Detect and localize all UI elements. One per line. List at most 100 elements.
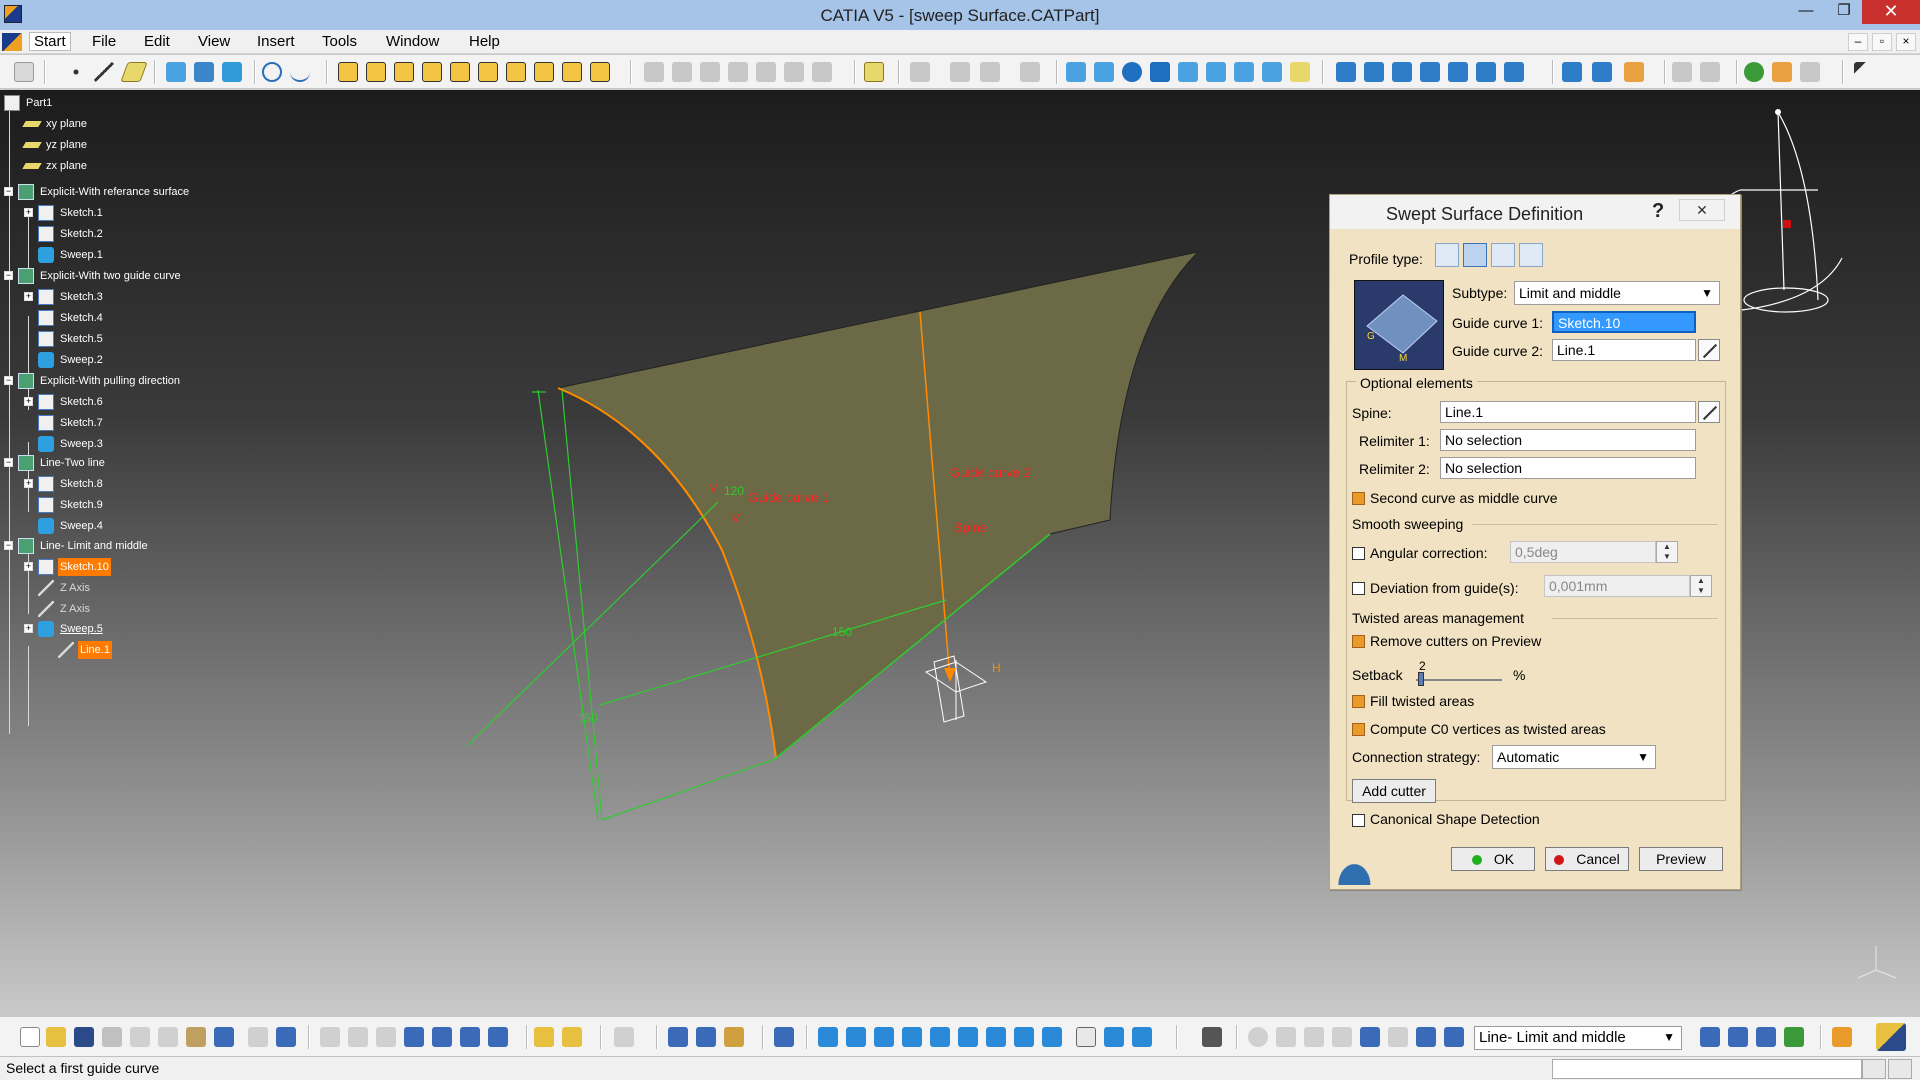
line-profile-icon[interactable] [1463, 243, 1487, 267]
zoom-in-icon[interactable] [930, 1027, 950, 1047]
fill-twisted-checkbox[interactable] [1352, 695, 1365, 708]
catia-workbench-icon[interactable] [1876, 1023, 1906, 1051]
spline-icon[interactable] [290, 62, 310, 82]
blend-icon[interactable] [394, 62, 414, 82]
spiral-icon[interactable] [1262, 62, 1282, 82]
mdi-minimize-button[interactable]: – [1848, 33, 1868, 51]
angular-correction-checkbox[interactable] [1352, 547, 1365, 560]
stop-icon[interactable] [1888, 1059, 1912, 1079]
table-icon[interactable] [404, 1027, 424, 1047]
corner-icon[interactable] [1476, 62, 1496, 82]
select-arrow-icon[interactable] [1854, 62, 1874, 82]
translate-icon[interactable] [700, 62, 720, 82]
hide-icon[interactable] [1104, 1027, 1124, 1047]
explicit-profile-icon[interactable] [1435, 243, 1459, 267]
iso-view-icon[interactable] [1042, 1027, 1062, 1047]
new-icon[interactable] [20, 1027, 40, 1047]
compass-icon[interactable] [1020, 62, 1040, 82]
apply-material-icon[interactable] [1744, 62, 1764, 82]
circle-icon[interactable] [262, 62, 282, 82]
rotate-icon[interactable] [728, 62, 748, 82]
update-all-icon[interactable] [1248, 1027, 1268, 1047]
sketch-analysis-icon[interactable] [1700, 1027, 1720, 1047]
add-cutter-button[interactable]: Add cutter [1352, 779, 1436, 803]
plane-icon[interactable] [120, 62, 148, 82]
define-in-work-object-icon[interactable] [1444, 1027, 1464, 1047]
repetition-icon[interactable] [1562, 62, 1582, 82]
remove-cutters-checkbox[interactable] [1352, 635, 1365, 648]
dialog-close-button[interactable]: ✕ [1679, 199, 1725, 221]
parallel-curve-icon[interactable] [1420, 62, 1440, 82]
measure-icon[interactable] [1772, 62, 1792, 82]
multi-view-icon[interactable] [1014, 1027, 1034, 1047]
knowledge-icon[interactable] [348, 1027, 368, 1047]
update-icon[interactable] [1672, 62, 1692, 82]
tree-expander-icon[interactable]: + [24, 397, 33, 406]
menu-start[interactable]: Start [29, 32, 71, 51]
rolling-offset-icon[interactable] [1448, 62, 1468, 82]
law-icon[interactable] [1094, 62, 1114, 82]
grid-settings-icon[interactable] [980, 62, 1000, 82]
circle-profile-icon[interactable] [1491, 243, 1515, 267]
guide-curve-2-pick-button[interactable] [1698, 339, 1720, 361]
offset-icon[interactable] [338, 62, 358, 82]
boundary-icon[interactable] [562, 62, 582, 82]
sketch-tools-icon[interactable] [614, 1027, 634, 1047]
reflect-line-icon[interactable] [1392, 62, 1412, 82]
power-input-field[interactable] [1552, 1059, 1862, 1079]
tree-expander-icon[interactable]: − [4, 458, 13, 467]
zoom-out-icon[interactable] [958, 1027, 978, 1047]
hide-show-icon[interactable] [696, 1027, 716, 1047]
spine-field[interactable]: Line.1 [1440, 401, 1696, 423]
list-icon[interactable] [1416, 1027, 1436, 1047]
cylinder-icon[interactable] [1150, 62, 1170, 82]
cut-icon[interactable] [130, 1027, 150, 1047]
light-icon[interactable] [376, 1027, 396, 1047]
relimiter-2-field[interactable]: No selection [1440, 457, 1696, 479]
swap-visible-icon[interactable] [1132, 1027, 1152, 1047]
join-icon[interactable] [450, 62, 470, 82]
grid-icon[interactable] [950, 62, 970, 82]
paste-icon[interactable] [186, 1027, 206, 1047]
print-icon[interactable] [102, 1027, 122, 1047]
hand-icon[interactable] [1276, 1027, 1296, 1047]
intersection-icon[interactable] [1290, 62, 1310, 82]
menu-view[interactable]: View [198, 33, 230, 50]
cancel-button[interactable]: Cancel [1545, 847, 1629, 871]
split-icon[interactable] [506, 62, 526, 82]
menu-tools[interactable]: Tools [322, 33, 357, 50]
tree-expander-icon[interactable]: − [4, 376, 13, 385]
tree-expander-icon[interactable]: + [24, 479, 33, 488]
multi-sections-icon[interactable] [1066, 62, 1086, 82]
tree-expander-icon[interactable]: + [24, 208, 33, 217]
close-button[interactable]: ✕ [1862, 0, 1920, 24]
deviation-checkbox[interactable] [1352, 582, 1365, 595]
deviation-field[interactable]: 0,001mm [1544, 575, 1690, 597]
point-icon[interactable] [66, 62, 86, 82]
angular-correction-field[interactable]: 0,5deg [1510, 541, 1656, 563]
setback-slider-handle[interactable] [1418, 672, 1424, 686]
macro-icon[interactable] [460, 1027, 480, 1047]
mdi-restore-button[interactable]: ▫ [1872, 33, 1892, 51]
redo-icon[interactable] [248, 1027, 268, 1047]
fly-icon[interactable] [774, 1027, 794, 1047]
undo-icon[interactable] [214, 1027, 234, 1047]
fit-all-icon[interactable] [668, 1027, 688, 1047]
workbench-icon[interactable] [1832, 1027, 1852, 1047]
formula-icon[interactable] [320, 1027, 340, 1047]
connect-checker-icon[interactable] [1756, 1027, 1776, 1047]
trim-icon[interactable] [534, 62, 554, 82]
measure-inertia-icon[interactable] [1800, 62, 1820, 82]
scaling-icon[interactable] [784, 62, 804, 82]
save-icon[interactable] [74, 1027, 94, 1047]
analysis-icon[interactable] [1700, 62, 1720, 82]
fill-icon[interactable] [366, 62, 386, 82]
chamfer-icon[interactable] [672, 62, 692, 82]
line-icon[interactable] [94, 62, 114, 82]
menu-insert[interactable]: Insert [257, 33, 295, 50]
conic-icon[interactable] [1206, 62, 1226, 82]
healing-icon[interactable] [478, 62, 498, 82]
dress-up-icon[interactable] [1360, 1027, 1380, 1047]
tree-expander-icon[interactable]: + [24, 292, 33, 301]
angular-spinner[interactable]: ▲ ▼ [1656, 541, 1678, 563]
